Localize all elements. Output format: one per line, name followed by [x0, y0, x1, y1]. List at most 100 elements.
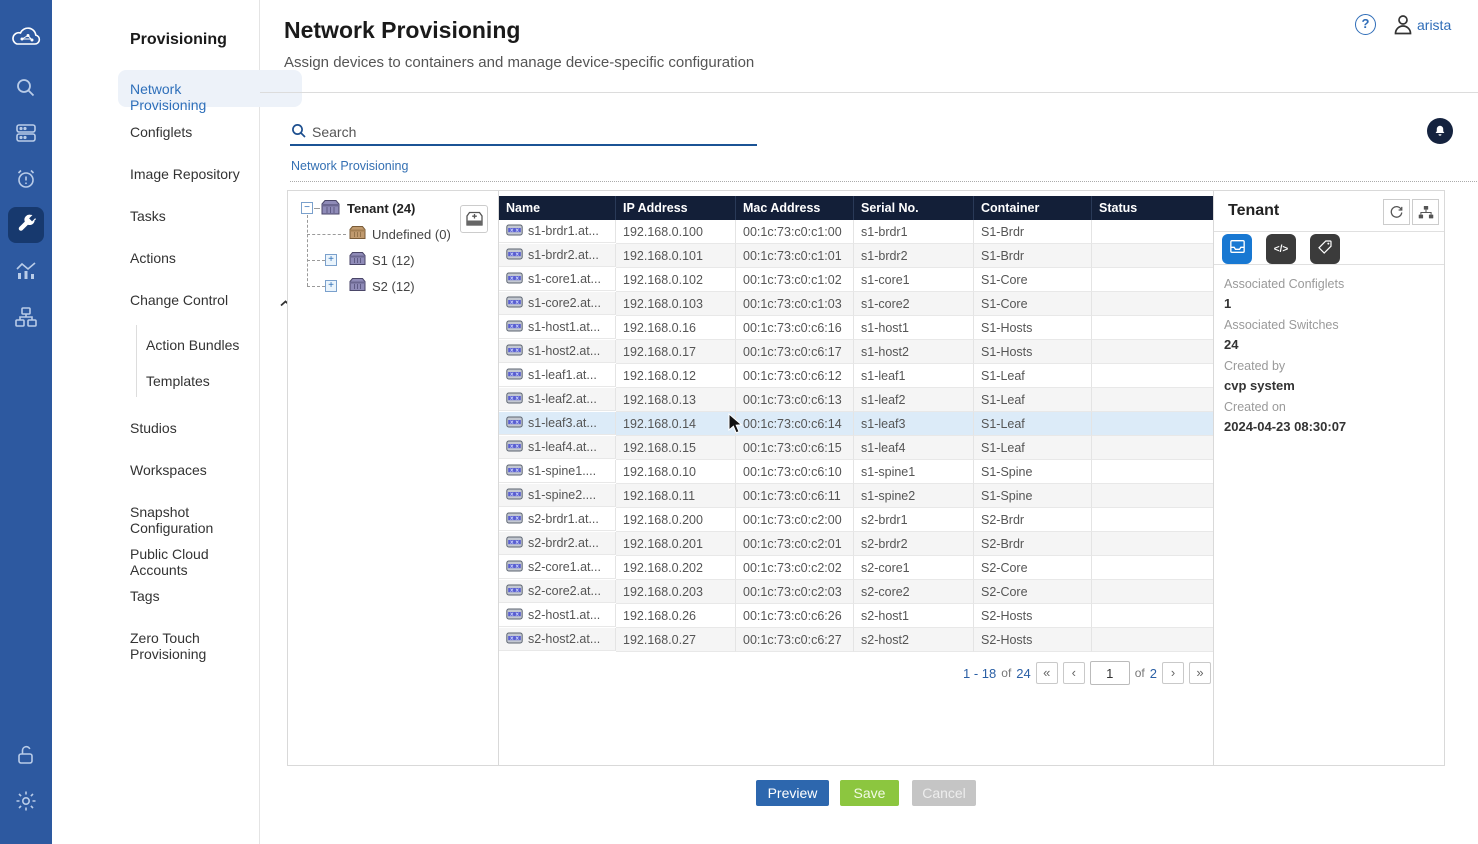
- save-button[interactable]: Save: [840, 780, 899, 806]
- device-ip: 192.168.0.13: [616, 388, 736, 412]
- tree-node-tenant[interactable]: Tenant (24): [347, 201, 415, 216]
- help-icon[interactable]: ?: [1355, 14, 1376, 35]
- add-container-button[interactable]: [460, 205, 488, 233]
- device-mac: 00:1c:73:c0:c6:16: [736, 316, 854, 340]
- preview-button[interactable]: Preview: [756, 780, 829, 806]
- column-header-ip[interactable]: IP Address: [616, 196, 736, 220]
- username[interactable]: arista: [1417, 17, 1451, 33]
- table-row[interactable]: s2-host1.at... 192.168.0.26 00:1c:73:c0:…: [499, 604, 1214, 628]
- sidebar-item-network-provisioning[interactable]: Network Provisioning: [130, 81, 259, 113]
- user-icon[interactable]: [1392, 13, 1414, 42]
- table-row[interactable]: s2-brdr1.at... 192.168.0.200 00:1c:73:c0…: [499, 508, 1214, 532]
- notifications-bell-icon[interactable]: [1427, 118, 1453, 144]
- settings-gear-icon[interactable]: [0, 783, 52, 819]
- cancel-button[interactable]: Cancel: [912, 780, 976, 806]
- device-status: [1092, 388, 1214, 412]
- tree-node-undefined[interactable]: Undefined (0): [372, 227, 451, 242]
- sidebar-item-public-cloud-accounts[interactable]: Public Cloud Accounts: [130, 546, 259, 578]
- device-mac: 00:1c:73:c0:c2:01: [736, 532, 854, 556]
- field-value: 24: [1224, 337, 1238, 352]
- table-row[interactable]: s2-core2.at... 192.168.0.203 00:1c:73:c0…: [499, 580, 1214, 604]
- provisioning-nav-active[interactable]: [8, 207, 44, 243]
- device-status: [1092, 436, 1214, 460]
- device-name: s1-leaf3.at...: [528, 416, 597, 430]
- tree-node-s2[interactable]: S2 (12): [372, 279, 415, 294]
- expand-s1-toggle[interactable]: +: [325, 254, 337, 266]
- last-page-button[interactable]: »: [1189, 662, 1211, 684]
- table-row[interactable]: s1-host1.at... 192.168.0.16 00:1c:73:c0:…: [499, 316, 1214, 340]
- device-table-pane: Name IP Address Mac Address Serial No. C…: [499, 191, 1214, 765]
- device-ip: 192.168.0.100: [616, 220, 736, 244]
- device-container: S2-Core: [974, 580, 1092, 604]
- sidebar-item-image-repository[interactable]: Image Repository: [130, 166, 240, 182]
- device-status: [1092, 412, 1214, 436]
- device-container: S1-Leaf: [974, 436, 1092, 460]
- prev-page-button[interactable]: ‹: [1063, 662, 1085, 684]
- collapse-tenant-toggle[interactable]: −: [301, 202, 313, 214]
- device-container: S2-Hosts: [974, 628, 1092, 652]
- column-header-status[interactable]: Status: [1092, 196, 1214, 220]
- search-icon: [291, 123, 307, 144]
- events-nav-icon[interactable]: [0, 161, 52, 197]
- table-row[interactable]: s2-host2.at... 192.168.0.27 00:1c:73:c0:…: [499, 628, 1214, 652]
- table-row[interactable]: s1-brdr2.at... 192.168.0.101 00:1c:73:c0…: [499, 244, 1214, 268]
- page-number-input[interactable]: [1090, 661, 1130, 685]
- search-nav-icon[interactable]: [0, 70, 52, 106]
- sidebar-item-actions[interactable]: Actions: [130, 250, 176, 266]
- table-row[interactable]: s1-core2.at... 192.168.0.103 00:1c:73:c0…: [499, 292, 1214, 316]
- table-row[interactable]: s1-leaf3.at... 192.168.0.14 00:1c:73:c0:…: [499, 412, 1214, 436]
- table-row[interactable]: s1-spine1.... 192.168.0.10 00:1c:73:c0:c…: [499, 460, 1214, 484]
- tree-connector: [307, 234, 346, 235]
- sidebar: Provisioning Network Provisioning Config…: [52, 0, 260, 844]
- table-row[interactable]: s1-host2.at... 192.168.0.17 00:1c:73:c0:…: [499, 340, 1214, 364]
- device-status: [1092, 508, 1214, 532]
- topology-nav-icon[interactable]: [0, 299, 52, 335]
- tree-node-s1[interactable]: S1 (12): [372, 253, 415, 268]
- device-container: S1-Core: [974, 268, 1092, 292]
- search-input[interactable]: [312, 121, 742, 143]
- sidebar-item-action-bundles[interactable]: Action Bundles: [146, 337, 239, 353]
- column-header-name[interactable]: Name: [499, 196, 616, 220]
- sidebar-item-tasks[interactable]: Tasks: [130, 208, 166, 224]
- first-page-button[interactable]: «: [1036, 662, 1058, 684]
- column-header-mac[interactable]: Mac Address: [736, 196, 854, 220]
- devices-nav-icon[interactable]: [0, 115, 52, 151]
- column-header-container[interactable]: Container: [974, 196, 1092, 220]
- hierarchy-view-button[interactable]: [1412, 199, 1439, 225]
- tab-configlets[interactable]: </>: [1266, 234, 1296, 264]
- expand-s2-toggle[interactable]: +: [325, 280, 337, 292]
- sidebar-item-templates[interactable]: Templates: [146, 373, 210, 389]
- device-name: s1-brdr2.at...: [528, 248, 599, 262]
- table-row[interactable]: s2-brdr2.at... 192.168.0.201 00:1c:73:c0…: [499, 532, 1214, 556]
- device-ip: 192.168.0.11: [616, 484, 736, 508]
- device-name: s1-brdr1.at...: [528, 224, 599, 238]
- next-page-button[interactable]: ›: [1162, 662, 1184, 684]
- device-container: S1-Core: [974, 292, 1092, 316]
- sidebar-item-tags[interactable]: Tags: [130, 588, 160, 604]
- sidebar-item-configlets[interactable]: Configlets: [130, 124, 192, 140]
- sidebar-item-studios[interactable]: Studios: [130, 420, 177, 436]
- device-status: [1092, 484, 1214, 508]
- breadcrumb-link[interactable]: Network Provisioning: [291, 159, 408, 173]
- device-name: s1-host2.at...: [528, 344, 600, 358]
- metrics-nav-icon[interactable]: [0, 253, 52, 289]
- column-header-serial[interactable]: Serial No.: [854, 196, 974, 220]
- cloudvision-logo-icon[interactable]: [0, 20, 52, 56]
- refresh-button[interactable]: [1383, 199, 1410, 225]
- table-row[interactable]: s2-core1.at... 192.168.0.202 00:1c:73:c0…: [499, 556, 1214, 580]
- tab-labels[interactable]: [1310, 234, 1340, 264]
- tab-container-overview[interactable]: [1222, 234, 1252, 264]
- sidebar-item-zero-touch-provisioning[interactable]: Zero Touch Provisioning: [130, 630, 259, 662]
- table-row[interactable]: s1-leaf1.at... 192.168.0.12 00:1c:73:c0:…: [499, 364, 1214, 388]
- table-row[interactable]: s1-brdr1.at... 192.168.0.100 00:1c:73:c0…: [499, 220, 1214, 244]
- device-mac: 00:1c:73:c0:c6:10: [736, 460, 854, 484]
- sidebar-item-change-control[interactable]: Change Control: [130, 292, 228, 308]
- table-row[interactable]: s1-core1.at... 192.168.0.102 00:1c:73:c0…: [499, 268, 1214, 292]
- table-row[interactable]: s1-leaf2.at... 192.168.0.13 00:1c:73:c0:…: [499, 388, 1214, 412]
- sidebar-item-snapshot-configuration[interactable]: Snapshot Configuration: [130, 504, 259, 536]
- table-row[interactable]: s1-spine2.... 192.168.0.11 00:1c:73:c0:c…: [499, 484, 1214, 508]
- lock-icon[interactable]: [0, 737, 52, 773]
- sidebar-item-workspaces[interactable]: Workspaces: [130, 462, 207, 478]
- table-row[interactable]: s1-leaf4.at... 192.168.0.15 00:1c:73:c0:…: [499, 436, 1214, 460]
- device-serial: s1-leaf1: [854, 364, 974, 388]
